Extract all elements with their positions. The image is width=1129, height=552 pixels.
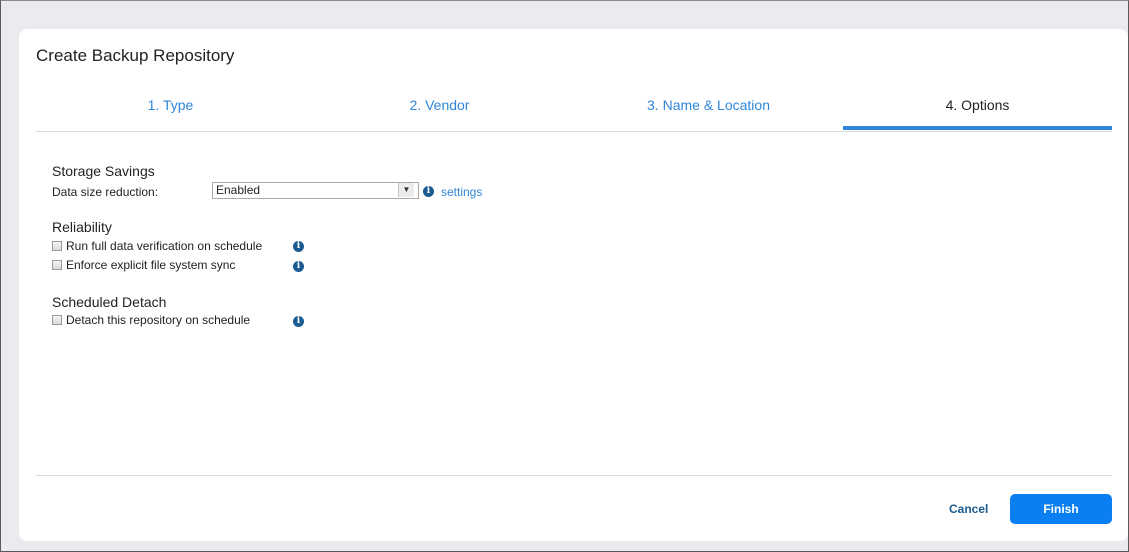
tab-name-location[interactable]: 3. Name & Location — [574, 95, 843, 131]
settings-link[interactable]: settings — [441, 185, 482, 199]
cancel-button[interactable]: Cancel — [949, 502, 988, 516]
dialog-title: Create Backup Repository — [36, 46, 235, 65]
info-icon[interactable]: i — [293, 241, 304, 252]
tab-type[interactable]: 1. Type — [36, 95, 305, 131]
data-size-reduction-label: Data size reduction: — [52, 185, 159, 199]
info-icon[interactable]: i — [423, 186, 434, 197]
full-verification-checkbox[interactable] — [52, 241, 62, 251]
storage-savings-heading: Storage Savings — [52, 163, 155, 179]
tab-vendor[interactable]: 2. Vendor — [305, 95, 574, 131]
info-icon[interactable]: i — [293, 261, 304, 272]
footer-divider — [36, 475, 1112, 476]
info-icon[interactable]: i — [293, 316, 304, 327]
finish-button[interactable]: Finish — [1010, 494, 1112, 524]
create-backup-repository-dialog: Create Backup Repository 1. Type 2. Vend… — [19, 29, 1128, 541]
fs-sync-label: Enforce explicit file system sync — [66, 258, 236, 272]
chevron-down-icon[interactable]: ▼ — [398, 183, 414, 197]
data-size-reduction-select[interactable]: Enabled — [212, 182, 419, 199]
detach-checkbox[interactable] — [52, 315, 62, 325]
wizard-steps: 1. Type 2. Vendor 3. Name & Location 4. … — [36, 95, 1112, 132]
scheduled-detach-heading: Scheduled Detach — [52, 294, 167, 310]
tab-options[interactable]: 4. Options — [843, 95, 1112, 130]
detach-label: Detach this repository on schedule — [66, 313, 251, 327]
fs-sync-checkbox[interactable] — [52, 260, 62, 270]
reliability-heading: Reliability — [52, 219, 112, 235]
full-verification-label: Run full data verification on schedule — [66, 239, 263, 253]
